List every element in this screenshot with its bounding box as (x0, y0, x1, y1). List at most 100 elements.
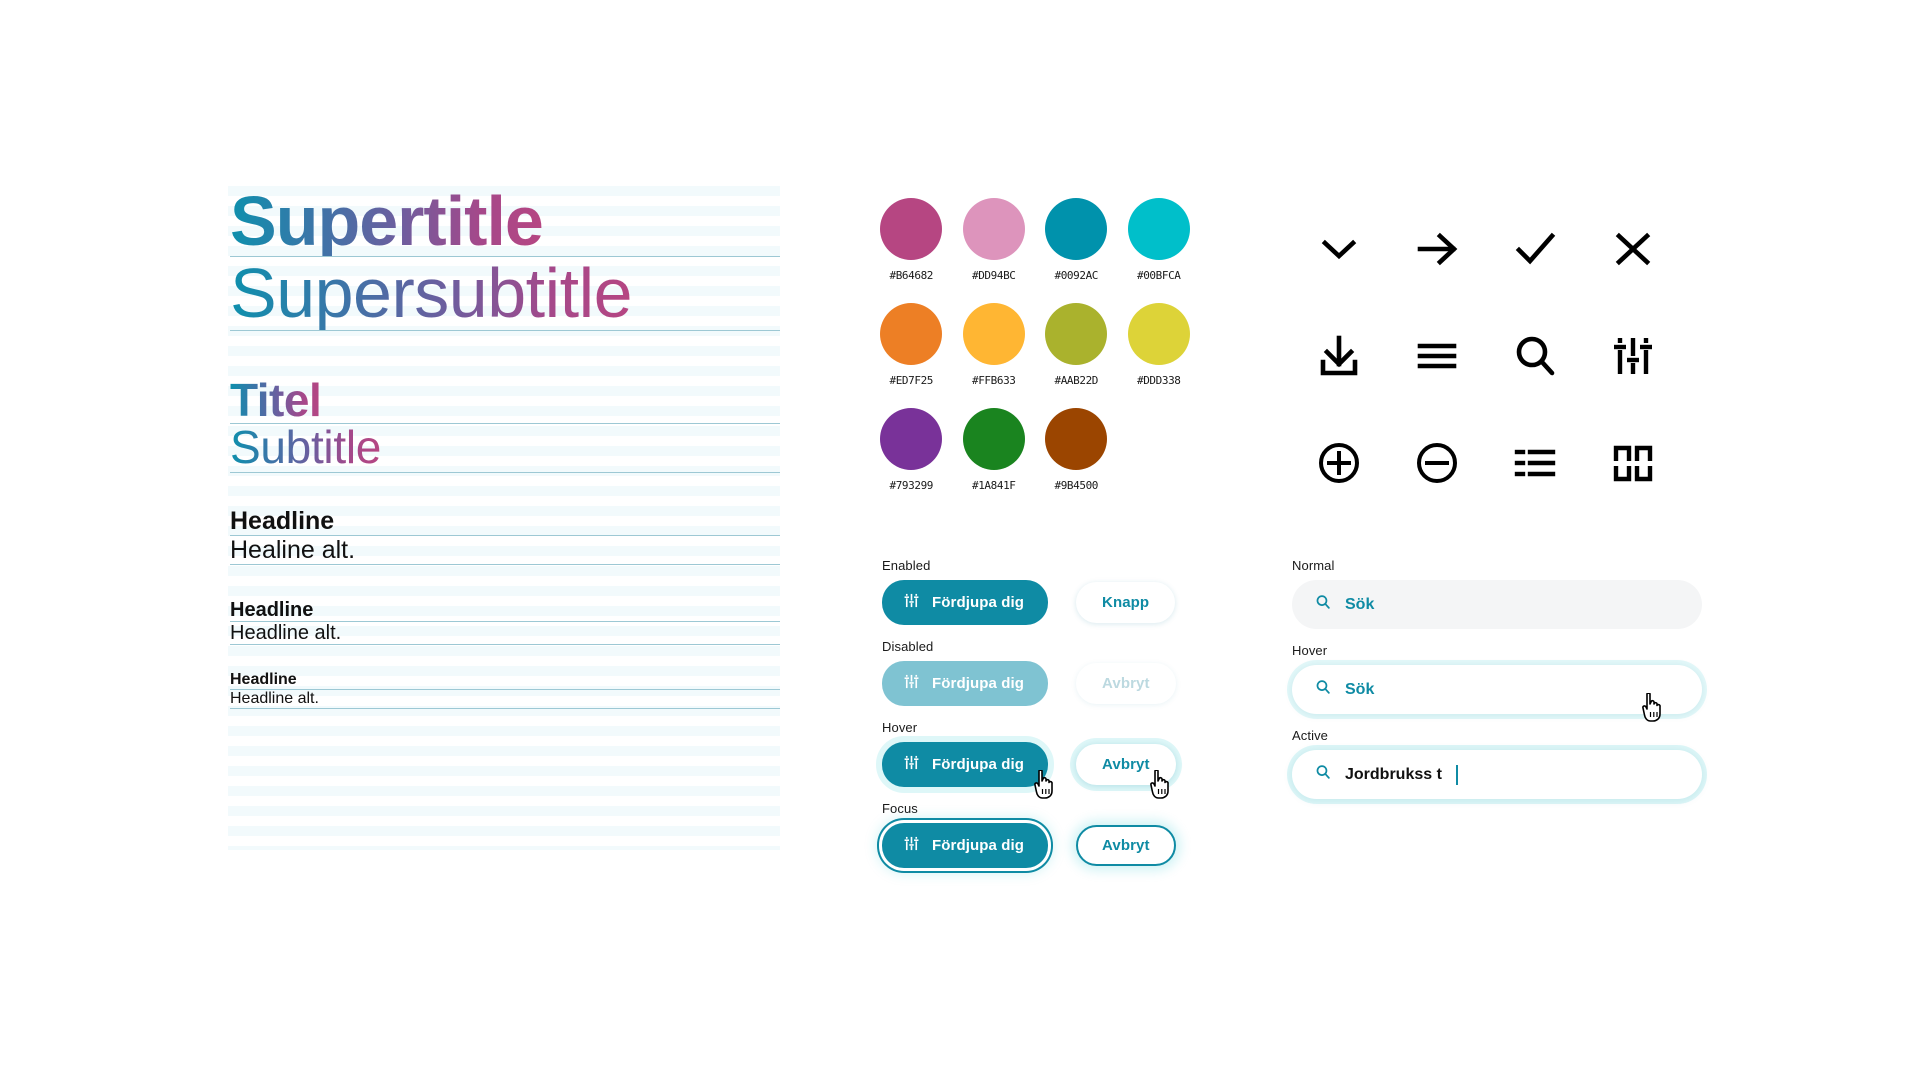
sliders-icon[interactable] (1584, 302, 1682, 409)
secondary-button-hover[interactable]: Avbryt (1076, 744, 1176, 785)
swatch-hex-label: #00BFCA (1136, 269, 1181, 282)
titel-text: Titel (230, 373, 322, 426)
headline-alt-2-text: Headline alt. (230, 622, 342, 645)
subtitle-text: Subtitle (230, 420, 382, 473)
typography-row-titel: Titel (230, 377, 780, 424)
typography-rows: Supertitle Supersubtitle Titel Subtitle … (228, 186, 780, 753)
state-label-search-hover: Hover (1292, 643, 1328, 658)
swatch-empty (1118, 408, 1201, 492)
swatch-olive: #AAB22D (1035, 303, 1118, 387)
search-input-active[interactable]: Jordbrukss t (1292, 750, 1702, 799)
sliders-icon (902, 753, 921, 776)
swatch-dot (880, 408, 943, 470)
swatch-amber: #FFB633 (953, 303, 1036, 387)
typography-row-headline-1: Headline (230, 507, 780, 536)
search-icon[interactable] (1486, 302, 1584, 409)
swatch-green: #1A841F (953, 408, 1036, 492)
icon-grid (1290, 195, 1682, 516)
headline-1-text: Headline (230, 506, 335, 535)
state-label-search-normal: Normal (1292, 558, 1335, 573)
search-group-active: Active Jordbrukss t (1292, 728, 1702, 799)
arrow-right-icon[interactable] (1388, 195, 1486, 302)
typography-row-headline-alt-3: Headline alt. (230, 690, 780, 710)
secondary-button-enabled[interactable]: Knapp (1076, 582, 1176, 623)
primary-button-focus[interactable]: Fördjupa dig (882, 823, 1049, 868)
headline-alt-1-text: Healine alt. (230, 535, 356, 564)
grid-icon[interactable] (1584, 409, 1682, 516)
list-icon[interactable] (1486, 409, 1584, 516)
download-icon[interactable] (1290, 302, 1388, 409)
search-placeholder-text: Sök (1345, 680, 1375, 698)
search-placeholder-text: Sök (1345, 595, 1375, 613)
swatch-dot (1127, 303, 1190, 365)
typography-row-headline-alt-2: Headline alt. (230, 622, 780, 646)
swatch-teal: #0092AC (1035, 198, 1118, 282)
button-group-enabled: Enabled Fördjupa dig Knapp (882, 558, 1202, 625)
typography-row-headline-3: Headline (230, 671, 780, 691)
supertitle-text: Supertitle (230, 182, 544, 260)
state-label-focus: Focus (882, 801, 918, 816)
style-guide-page: Supertitle Supersubtitle Titel Subtitle … (0, 0, 1920, 1080)
sliders-icon (902, 672, 921, 695)
headline-2-text: Headline (230, 598, 314, 621)
swatch-hex-label: #DD94BC (971, 269, 1016, 282)
plus-circle-icon[interactable] (1290, 409, 1388, 516)
search-icon (1314, 593, 1332, 616)
typography-row-supertitle: Supertitle (230, 186, 780, 257)
button-group-focus: Focus Fördjupa dig Avbryt (882, 801, 1202, 868)
swatch-magenta: #B64682 (870, 198, 953, 282)
swatch-orange: #ED7F25 (870, 303, 953, 387)
swatch-dot (880, 198, 943, 260)
swatch-pink: #DD94BC (953, 198, 1036, 282)
primary-button-enabled[interactable]: Fördjupa dig (882, 580, 1049, 625)
state-label-disabled: Disabled (882, 639, 934, 654)
swatch-hex-label: #1A841F (971, 479, 1016, 492)
button-row: Fördjupa dig Avbryt (882, 661, 1202, 706)
primary-button-label: Fördjupa dig (932, 594, 1025, 611)
sliders-icon (902, 591, 921, 614)
check-icon[interactable] (1486, 195, 1584, 302)
palette-row-2: #ED7F25 #FFB633 #AAB22D #DDD338 (870, 303, 1200, 387)
button-group-disabled: Disabled Fördjupa dig Avbryt (882, 639, 1202, 706)
search-input-normal[interactable]: Sök (1292, 580, 1702, 629)
secondary-button-disabled: Avbryt (1076, 663, 1176, 704)
primary-button-disabled: Fördjupa dig (882, 661, 1049, 706)
mouse-cursor-icon (1642, 693, 1661, 722)
typography-panel: Supertitle Supersubtitle Titel Subtitle … (228, 186, 780, 850)
supersubtitle-text: Supersubtitle (230, 254, 633, 332)
palette-row-1: #B64682 #DD94BC #0092AC #00BFCA (870, 198, 1200, 282)
search-icon (1314, 763, 1332, 786)
state-label-search-active: Active (1292, 728, 1329, 743)
primary-button-label: Fördjupa dig (932, 837, 1025, 854)
swatch-dot (962, 303, 1025, 365)
primary-button-label: Fördjupa dig (932, 756, 1025, 773)
close-icon[interactable] (1584, 195, 1682, 302)
sliders-icon (902, 834, 921, 857)
search-icon (1314, 678, 1332, 701)
color-palette: #B64682 #DD94BC #0092AC #00BFCA #ED7F25 (870, 198, 1200, 513)
search-input-hover[interactable]: Sök (1292, 665, 1702, 722)
chevron-down-icon[interactable] (1290, 195, 1388, 302)
menu-icon[interactable] (1388, 302, 1486, 409)
swatch-dot (962, 408, 1025, 470)
primary-button-hover[interactable]: Fördjupa dig (882, 742, 1049, 787)
search-group-normal: Normal Sök (1292, 558, 1702, 629)
secondary-button-focus[interactable]: Avbryt (1076, 825, 1176, 866)
search-fields-section: Normal Sök Hover Sök Active Jordbrukss t (1292, 558, 1702, 813)
button-row: Fördjupa dig Knapp (882, 580, 1202, 625)
headline-alt-3-text: Headline alt. (230, 690, 319, 708)
swatch-cyan: #00BFCA (1118, 198, 1201, 282)
swatch-brown: #9B4500 (1035, 408, 1118, 492)
minus-circle-icon[interactable] (1388, 409, 1486, 516)
palette-row-3: #793299 #1A841F #9B4500 (870, 408, 1200, 492)
search-group-hover: Hover Sök (1292, 643, 1702, 722)
swatch-dot (1045, 408, 1108, 470)
button-group-hover: Hover Fördjupa dig Avbryt (882, 720, 1202, 799)
swatch-hex-label: #B64682 (889, 269, 934, 282)
headline-3-text: Headline (230, 671, 297, 689)
